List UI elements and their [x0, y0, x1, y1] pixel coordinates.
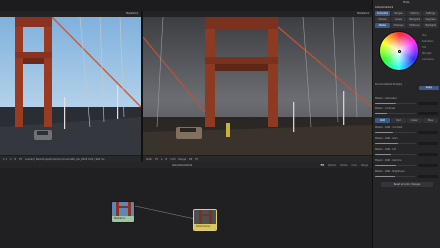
param-brightness-field[interactable] [418, 175, 438, 179]
tab-suppress[interactable]: Suppress [423, 17, 438, 22]
wheel-label-saturation: Saturation [422, 40, 434, 43]
wheel-label-luminance: Luminance [422, 58, 434, 61]
left-viewer-name: MediaIn1 [126, 12, 138, 15]
node-mediain1-label: MediaIn1 [112, 216, 134, 222]
master-contrast-slider[interactable] [375, 113, 416, 115]
left-ctrl-1[interactable]: A [10, 158, 12, 161]
param-gamma-field[interactable] [418, 164, 438, 168]
node-mediain1[interactable]: MediaIn1 [111, 201, 135, 223]
left-ctrl-info: Loaded | Backdrops/Production/Cinema4K_G… [24, 157, 105, 161]
left-ctrl-3[interactable]: Fit [19, 158, 22, 161]
tool-options[interactable]: Options [328, 164, 336, 167]
bridge-image-left [0, 17, 141, 155]
master-contrast-row: Master - Contrast [375, 106, 438, 111]
param-gain-slider[interactable] [375, 143, 416, 145]
master-saturation-row: Master - Saturation [375, 96, 438, 101]
tab-levels[interactable]: Levels [391, 17, 406, 22]
param-lift-row: Master - RGB - Lift [375, 147, 438, 152]
inspector-tabs-range: Master Shadows Midtones Highlights [375, 23, 438, 28]
master-contrast-field[interactable] [418, 112, 438, 116]
tab-rgb[interactable]: RGB [375, 118, 390, 123]
node-colorcorrector1[interactable]: ColorCorrec. [193, 209, 217, 231]
tab-master[interactable]: Master [375, 23, 390, 28]
master-saturation-slider[interactable] [375, 103, 416, 105]
wheel-label-tint: Tint [422, 46, 427, 49]
param-gain-label: Master - RGB - Gain [375, 137, 398, 140]
tab-midtones[interactable]: Midtones [407, 23, 422, 28]
left-ctrl-0[interactable]: 1:1 [3, 158, 7, 161]
param-contrast-row: Master - RGB - Contrast [375, 125, 438, 130]
left-viewer[interactable] [0, 17, 141, 155]
param-gain-field[interactable] [418, 142, 438, 146]
left-ctrl-2[interactable]: B [15, 158, 17, 161]
wheel-label-hue: Hue [422, 34, 427, 37]
tab-correction[interactable]: Correction [375, 11, 390, 16]
inspector-tabs-mode: Wheels Levels Histogram Suppress [375, 17, 438, 22]
apply-toggle[interactable]: Apply [419, 86, 439, 90]
tool-fit[interactable]: Fit [321, 164, 324, 167]
tool-modes[interactable]: Modes [340, 164, 347, 167]
node-colorcorrector1-label: ColorCorrec. [194, 224, 216, 230]
tab-shadows[interactable]: Shadows [391, 23, 406, 28]
param-brightness-label: Master - RGB - Brightness [375, 170, 405, 173]
color-wheel-handle[interactable] [398, 50, 401, 53]
right-ctrl-0[interactable]: Subh [146, 158, 152, 161]
pre-divide-label: Pre-Divide/Post-Multiply [375, 83, 403, 86]
apply-toggle-label: Apply [425, 86, 433, 89]
right-ctrl-3[interactable]: B [166, 158, 168, 161]
param-gamma-row: Master - RGB - Gamma [375, 158, 438, 163]
param-lift-slider[interactable] [375, 154, 416, 156]
inspector-panel: Tools ColorCorrector1 Correction Ranges … [372, 0, 440, 248]
right-ctrl-2[interactable]: A [161, 158, 163, 161]
right-ctrl-5[interactable]: Range [179, 158, 187, 161]
master-saturation-field[interactable] [418, 102, 438, 106]
tool-color[interactable]: Color [351, 164, 357, 167]
tab-ranges[interactable]: Ranges [391, 11, 406, 16]
node-editor-tools: Fit Options Modes Color Merge [321, 164, 368, 167]
inspector-node-name-row: ColorCorrector1 [375, 5, 438, 10]
param-contrast-slider[interactable] [375, 132, 416, 134]
param-brightness-slider[interactable] [375, 176, 416, 178]
param-lift-label: Master - RGB - Lift [375, 148, 396, 151]
node-editor-title: ColorCorrector1 [172, 163, 193, 167]
bridge-image-right [143, 17, 372, 155]
tool-merge[interactable]: Merge [361, 164, 368, 167]
param-gamma-slider[interactable] [375, 165, 416, 167]
tab-options[interactable]: Options [407, 11, 422, 16]
param-lift-field[interactable] [418, 153, 438, 157]
inspector-title: Tools [403, 1, 410, 4]
right-ctrl-6[interactable]: BP [189, 158, 192, 161]
master-saturation-label: Master - Saturation [375, 97, 398, 100]
master-contrast-label: Master - Contrast [375, 107, 395, 110]
node-mediain1-thumbnail [112, 202, 134, 216]
param-gain-row: Master - RGB - Gain [375, 136, 438, 141]
param-contrast-field[interactable] [418, 131, 438, 135]
reset-color-button[interactable]: Reset all color changes [381, 182, 433, 187]
param-gamma-label: Master - RGB - Gamma [375, 159, 402, 162]
node-colorcorrector1-thumbnail [194, 210, 216, 224]
tab-red[interactable]: Red [391, 118, 406, 123]
inspector-tabs-main: Correction Ranges Options Settings [375, 11, 438, 16]
color-wheel[interactable] [379, 31, 419, 71]
param-contrast-label: Master - RGB - Contrast [375, 126, 403, 129]
tab-histogram[interactable]: Histogram [407, 17, 422, 22]
right-viewer[interactable] [143, 17, 372, 155]
tab-blue[interactable]: Blue [423, 118, 438, 123]
wheel-label-strength: Strength [422, 52, 432, 55]
tab-green[interactable]: Green [407, 118, 422, 123]
wheel-labels: Hue Saturation Tint Strength Luminance [422, 34, 440, 61]
param-brightness-row: Master - RGB - Brightness [375, 169, 438, 174]
tab-settings[interactable]: Settings [423, 11, 438, 16]
rgb-tabs: RGB Red Green Blue [375, 118, 438, 123]
node-connection [134, 205, 196, 220]
right-ctrl-4[interactable]: 3:00 [170, 158, 175, 161]
right-ctrl-7[interactable]: Fit [195, 158, 198, 161]
tab-wheels[interactable]: Wheels [375, 17, 390, 22]
tab-highlights[interactable]: Highlights [423, 23, 438, 28]
right-viewer-name: MediaIn1 [357, 12, 369, 15]
right-ctrl-1[interactable]: Fit [155, 158, 158, 161]
inspector-node-name: ColorCorrector1 [375, 6, 394, 9]
